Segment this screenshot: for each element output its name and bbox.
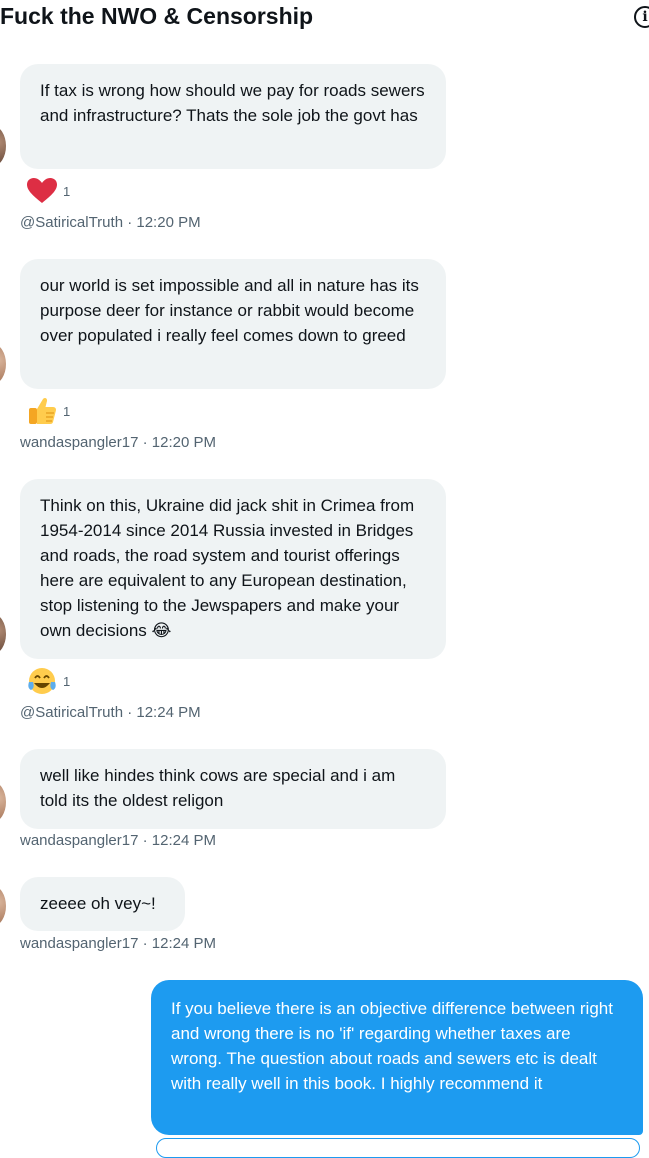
heart-emoji-icon [27, 178, 57, 203]
own-message-bubble[interactable]: If you believe there is an objective dif… [151, 980, 643, 1135]
message-text: Think on this, Ukraine did jack shit in … [40, 496, 415, 640]
info-icon[interactable]: i [634, 6, 649, 28]
meta-separator: · [138, 935, 152, 952]
message-bubble[interactable]: our world is set impossible and all in n… [20, 259, 446, 389]
meta-separator: · [138, 832, 152, 849]
message-meta: @SatiricalTruth · 12:24 PM [20, 704, 201, 721]
message-text: zeeee oh vey~! [40, 894, 156, 913]
message-text: well like hindes think cows are special … [40, 766, 396, 810]
sender-handle[interactable]: wandaspangler17 [20, 832, 138, 849]
sender-handle[interactable]: @SatiricalTruth [20, 704, 123, 721]
meta-separator: · [123, 704, 137, 721]
message-text: If you believe there is an objective dif… [171, 999, 613, 1093]
sender-handle[interactable]: wandaspangler17 [20, 434, 138, 451]
avatar[interactable] [0, 782, 6, 822]
avatar[interactable] [0, 614, 6, 654]
message-meta: wandaspangler17 · 12:24 PM [20, 832, 216, 849]
message-meta: @SatiricalTruth · 12:20 PM [20, 214, 201, 231]
reaction-count: 1 [63, 184, 71, 199]
timestamp: 12:24 PM [151, 832, 216, 849]
tears-of-joy-emoji-icon [28, 668, 56, 694]
message-bubble[interactable]: well like hindes think cows are special … [20, 749, 446, 829]
timestamp: 12:24 PM [136, 704, 201, 721]
thumbs-up-emoji-icon [29, 397, 57, 424]
message-bubble[interactable]: zeeee oh vey~! [20, 877, 185, 931]
message-bubble[interactable]: Think on this, Ukraine did jack shit in … [20, 479, 446, 659]
message-text: our world is set impossible and all in n… [40, 276, 419, 345]
reaction-count: 1 [63, 674, 71, 689]
message-meta: wandaspangler17 · 12:24 PM [20, 935, 216, 952]
timestamp: 12:20 PM [151, 434, 216, 451]
sender-handle[interactable]: @SatiricalTruth [20, 214, 123, 231]
timestamp: 12:24 PM [151, 935, 216, 952]
conversation-title: Fuck the NWO & Censorship [0, 3, 314, 29]
avatar[interactable] [0, 344, 6, 384]
next-message-preview[interactable] [156, 1138, 640, 1158]
message-text: If tax is wrong how should we pay for ro… [40, 81, 425, 125]
sender-handle[interactable]: wandaspangler17 [20, 935, 138, 952]
message-meta: wandaspangler17 · 12:20 PM [20, 434, 216, 451]
meta-separator: · [123, 214, 137, 231]
avatar[interactable] [0, 126, 6, 166]
meta-separator: · [138, 434, 152, 451]
message-bubble[interactable]: If tax is wrong how should we pay for ro… [20, 64, 446, 169]
timestamp: 12:20 PM [136, 214, 201, 231]
avatar[interactable] [0, 886, 6, 926]
reaction-count: 1 [63, 404, 71, 419]
